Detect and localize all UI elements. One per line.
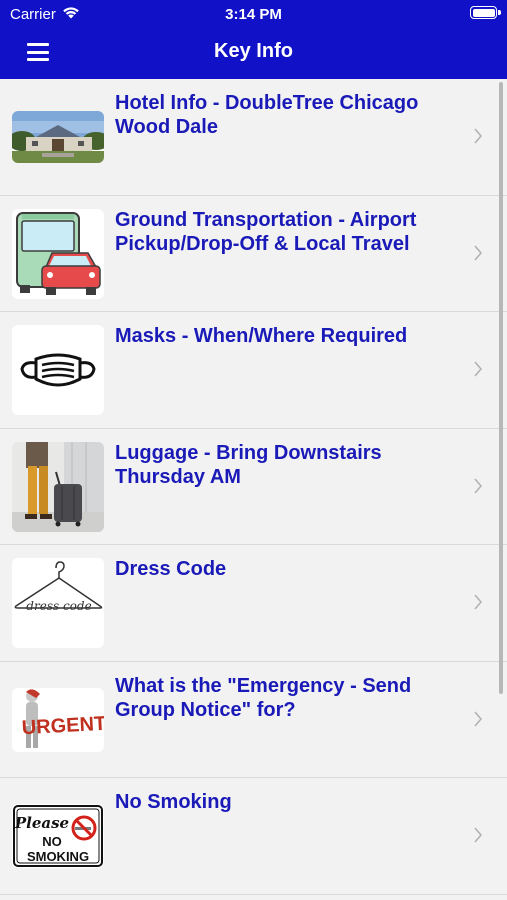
smoking-text: SMOKING — [27, 849, 89, 864]
battery-icon — [470, 6, 497, 19]
status-bar: Carrier 3:14 PM — [0, 0, 507, 30]
status-time: 3:14 PM — [225, 6, 282, 23]
chevron-right-icon — [474, 361, 482, 377]
urgent-sign-text: URGENT — [21, 712, 104, 738]
list-item-ground-transportation[interactable]: Ground Transportation - Airport Pickup/D… — [0, 195, 507, 312]
item-label: Ground Transportation - Airport Pickup/D… — [115, 208, 417, 255]
item-label: What is the "Emergency - Send Group Noti… — [115, 674, 412, 721]
hotel-photo-image — [12, 111, 104, 163]
list-item-dress-code[interactable]: dress code Dress Code — [0, 545, 507, 662]
urgent-icon: URGENT — [12, 687, 104, 752]
key-info-list: Hotel Info - DoubleTree Chicago Wood Dal… — [0, 79, 507, 900]
list-item-luggage[interactable]: Luggage - Bring Downstairs Thursday AM — [0, 428, 507, 545]
dress-code-sign-text: dress code — [26, 599, 91, 613]
item-label: Luggage - Bring Downstairs Thursday AM — [115, 441, 382, 488]
chevron-right-icon — [474, 245, 482, 260]
item-label: No Smoking — [115, 791, 232, 813]
list-item-hotel-info[interactable]: Hotel Info - DoubleTree Chicago Wood Dal… — [0, 79, 507, 196]
list-item-masks[interactable]: Masks - When/Where Required — [0, 312, 507, 429]
bus-and-car-image — [16, 211, 101, 295]
urgent-image: URGENT — [21, 688, 104, 748]
bus-and-car-icon — [12, 208, 104, 299]
luggage-photo — [12, 441, 104, 532]
chevron-right-icon — [474, 711, 482, 726]
chevron-right-icon — [474, 478, 482, 493]
hanger-image: dress code — [14, 561, 103, 613]
hotel-photo — [12, 111, 104, 163]
no-smoking-sign-image: Please NO SMOKING — [13, 805, 103, 867]
face-mask-icon — [12, 325, 104, 415]
no-smoking-sign: Please NO SMOKING — [12, 804, 104, 868]
please-text: Please — [14, 814, 69, 832]
navigation-bar: Carrier 3:14 PM Key Info — [0, 0, 507, 79]
list-item-emergency-notice[interactable]: URGENT What is the "Emergency - Send Gro… — [0, 661, 507, 778]
item-label: Hotel Info - DoubleTree Chicago Wood Dal… — [115, 92, 419, 138]
item-label: Dress Code — [115, 558, 227, 580]
chevron-right-icon — [474, 827, 482, 843]
scrollbar[interactable] — [499, 82, 503, 694]
battery-tip — [498, 10, 501, 15]
chevron-right-icon — [474, 128, 482, 144]
list-item-no-smoking[interactable]: Please NO SMOKING No Smoking — [0, 778, 507, 895]
face-mask-image — [20, 353, 96, 387]
chevron-right-icon — [474, 594, 482, 610]
item-label: Masks - When/Where Required — [115, 325, 408, 347]
page-title: Key Info — [214, 40, 293, 62]
hanger-icon: dress code — [12, 558, 104, 648]
no-text: NO — [42, 834, 62, 849]
luggage-photo-image — [12, 441, 104, 532]
